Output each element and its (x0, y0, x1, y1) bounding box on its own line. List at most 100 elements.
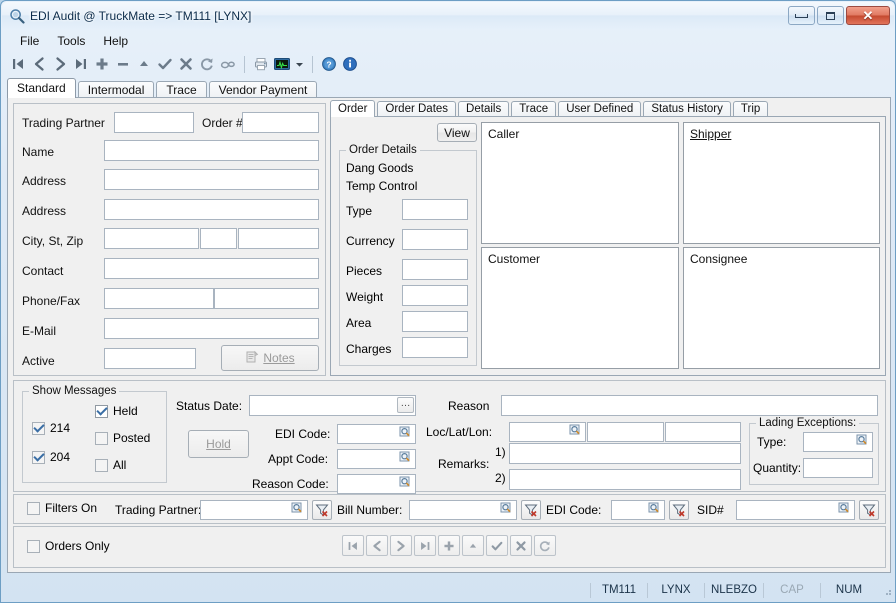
status-date-picker-button[interactable]: … (397, 397, 414, 413)
name-input[interactable] (104, 140, 319, 161)
active-input[interactable] (104, 348, 196, 369)
resize-grip-icon[interactable] (881, 585, 893, 597)
clear-filter-edi-code-button[interactable] (669, 500, 689, 520)
order-tab-trace[interactable]: Trace (511, 101, 556, 117)
nav-prev-record-button[interactable] (366, 535, 388, 556)
view-button[interactable]: View (437, 123, 477, 142)
filters-on-checkbox-box[interactable] (27, 502, 40, 515)
tab-standard[interactable]: Standard (7, 78, 76, 98)
add-record-icon[interactable] (92, 54, 112, 74)
pieces-input[interactable] (402, 259, 468, 280)
checkbox-214-box[interactable] (32, 422, 45, 435)
minimize-button[interactable] (788, 6, 815, 25)
close-button[interactable]: ✕ (846, 6, 890, 25)
checkbox-214[interactable]: 214 (32, 421, 70, 435)
nav-first-record-button[interactable] (342, 535, 364, 556)
prev-record-icon[interactable] (29, 54, 49, 74)
checkbox-204-box[interactable] (32, 451, 45, 464)
hold-button[interactable]: Hold (188, 430, 249, 458)
lookup-icon[interactable] (838, 502, 853, 517)
address2-input[interactable] (104, 199, 319, 220)
order-tab-details[interactable]: Details (458, 101, 509, 117)
lookup-icon[interactable] (399, 426, 414, 441)
maximize-button[interactable] (817, 6, 844, 25)
consignee-panel[interactable]: Consignee (683, 247, 880, 369)
help-icon[interactable]: ? (319, 54, 339, 74)
refresh-icon[interactable] (197, 54, 217, 74)
charges-input[interactable] (402, 337, 468, 358)
filters-on-checkbox[interactable]: Filters On (27, 501, 97, 515)
fax-input[interactable] (214, 288, 319, 309)
monitor-icon[interactable] (272, 54, 292, 74)
post-edit-icon[interactable] (155, 54, 175, 74)
type-input[interactable] (402, 199, 468, 220)
nav-post-edit-button[interactable] (486, 535, 508, 556)
checkbox-204[interactable]: 204 (32, 450, 70, 464)
order-tab-user-defined[interactable]: User Defined (558, 101, 641, 117)
view-icon[interactable] (218, 54, 238, 74)
lookup-icon[interactable] (856, 434, 871, 449)
tab-intermodal[interactable]: Intermodal (78, 81, 155, 98)
nav-refresh-button[interactable] (534, 535, 556, 556)
address1-input[interactable] (104, 169, 319, 190)
clear-filter-sid-button[interactable] (859, 500, 879, 520)
notes-button[interactable]: Notes (221, 345, 319, 371)
status-date-input[interactable] (249, 395, 416, 416)
orders-only-checkbox[interactable]: Orders Only (27, 539, 110, 553)
lookup-icon[interactable] (569, 424, 584, 439)
order-number-input[interactable] (242, 112, 319, 133)
customer-panel[interactable]: Customer (481, 247, 679, 369)
clear-filter-trading-partner-button[interactable] (312, 500, 332, 520)
checkbox-posted-box[interactable] (95, 432, 108, 445)
nav-cancel-edit-button[interactable] (510, 535, 532, 556)
menu-item-tools[interactable]: Tools (48, 32, 94, 50)
city-input[interactable] (104, 228, 199, 249)
lookup-icon[interactable] (399, 476, 414, 491)
state-input[interactable] (200, 228, 237, 249)
delete-record-icon[interactable] (113, 54, 133, 74)
lookup-icon[interactable] (500, 502, 515, 517)
currency-input[interactable] (402, 229, 468, 250)
next-record-icon[interactable] (50, 54, 70, 74)
chevron-down-icon[interactable] (293, 54, 306, 74)
caller-panel[interactable]: Caller (481, 122, 679, 244)
menu-item-help[interactable]: Help (94, 32, 137, 50)
info-icon[interactable] (340, 54, 360, 74)
lon-input[interactable] (665, 422, 741, 442)
order-tab-order[interactable]: Order (330, 100, 375, 117)
checkbox-all-box[interactable] (95, 459, 108, 472)
email-input[interactable] (104, 318, 319, 339)
tab-trace[interactable]: Trace (156, 81, 206, 98)
reason-input[interactable] (501, 395, 878, 416)
edit-record-icon[interactable] (134, 54, 154, 74)
nav-next-record-button[interactable] (390, 535, 412, 556)
checkbox-held[interactable]: Held (95, 404, 138, 418)
shipper-label[interactable]: Shipper (690, 127, 731, 141)
checkbox-held-box[interactable] (95, 405, 108, 418)
order-tab-status-history[interactable]: Status History (643, 101, 731, 117)
lat-input[interactable] (587, 422, 664, 442)
last-record-icon[interactable] (71, 54, 91, 74)
lading-quantity-input[interactable] (803, 458, 873, 478)
print-icon[interactable] (251, 54, 271, 74)
first-record-icon[interactable] (8, 54, 28, 74)
remark-1-input[interactable] (509, 443, 741, 464)
tab-vendor-payment[interactable]: Vendor Payment (209, 81, 318, 98)
order-tab-order-dates[interactable]: Order Dates (377, 101, 456, 117)
area-input[interactable] (402, 311, 468, 332)
lookup-icon[interactable] (291, 502, 306, 517)
shipper-panel[interactable]: Shipper (683, 122, 880, 244)
weight-input[interactable] (402, 285, 468, 306)
orders-only-checkbox-box[interactable] (27, 540, 40, 553)
nav-edit-record-button[interactable] (462, 535, 484, 556)
checkbox-all[interactable]: All (95, 458, 126, 472)
phone-input[interactable] (104, 288, 214, 309)
menu-item-file[interactable]: File (11, 32, 48, 50)
lookup-icon[interactable] (399, 451, 414, 466)
checkbox-posted[interactable]: Posted (95, 431, 150, 445)
remark-2-input[interactable] (509, 469, 741, 490)
nav-last-record-button[interactable] (414, 535, 436, 556)
nav-add-record-button[interactable] (438, 535, 460, 556)
zip-input[interactable] (238, 228, 319, 249)
contact-input[interactable] (104, 258, 319, 279)
